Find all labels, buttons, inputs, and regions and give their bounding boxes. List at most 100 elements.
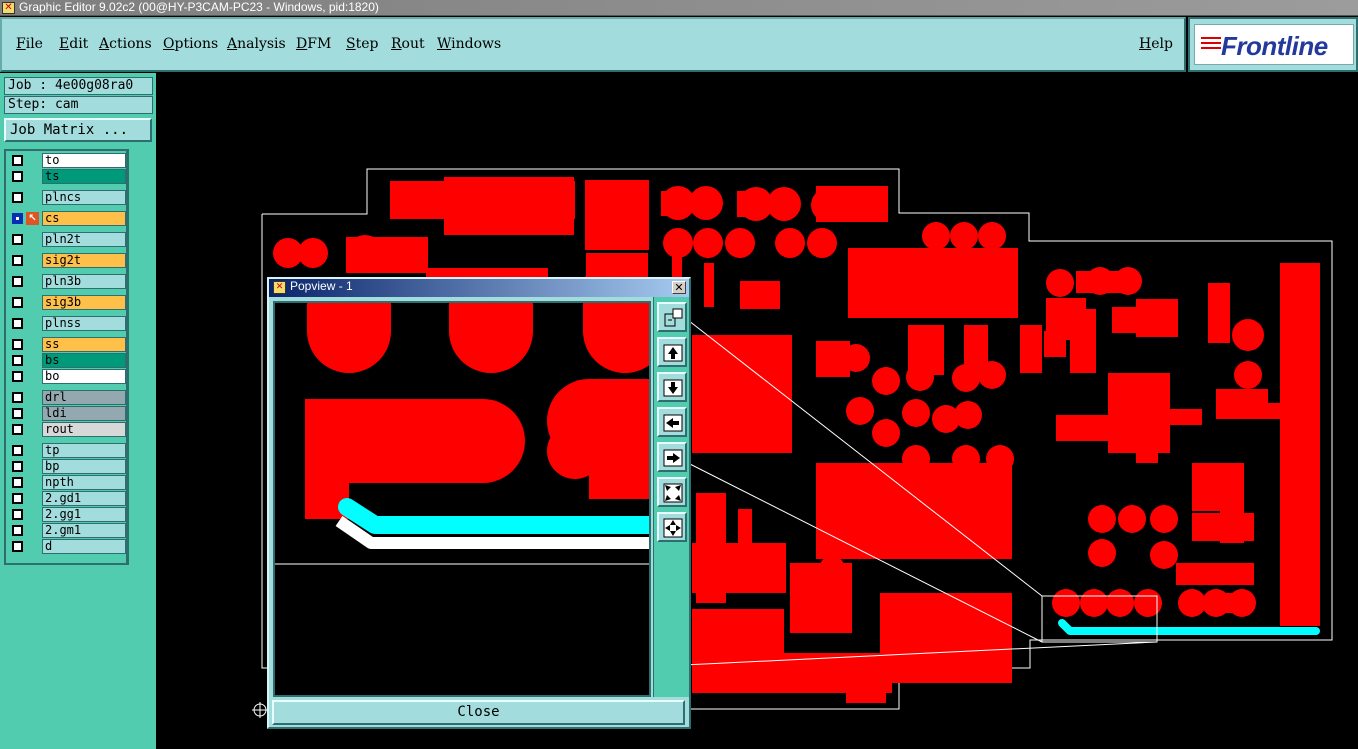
menu-file[interactable]: File [16, 36, 43, 52]
layer-visibility-checkbox[interactable] [12, 541, 23, 552]
layer-name[interactable]: bp [42, 459, 126, 474]
popview-close-button[interactable]: Close [272, 700, 685, 725]
layer-row-2-gd1[interactable]: 2.gd1 [8, 491, 126, 506]
menu-windows[interactable]: Windows [437, 36, 501, 52]
layer-name[interactable]: plncs [42, 190, 126, 205]
layer-row-bs[interactable]: bs [8, 353, 126, 368]
menu-step[interactable]: Step [346, 36, 378, 52]
layer-visibility-checkbox[interactable] [12, 234, 23, 245]
pan-left-button[interactable] [657, 407, 687, 437]
layer-visibility-checkbox[interactable] [12, 339, 23, 350]
zoom-in-button[interactable] [657, 477, 687, 507]
menu-dfm[interactable]: DFM [296, 36, 331, 52]
popview-close-icon[interactable]: ✕ [672, 281, 686, 294]
layer-row-plnss[interactable]: plnss [8, 316, 126, 331]
layer-name[interactable]: npth [42, 475, 126, 490]
layer-row-sig3b[interactable]: sig3b [8, 295, 126, 310]
layer-name[interactable]: 2.gm1 [42, 523, 126, 538]
layer-row-npth[interactable]: npth [8, 475, 126, 490]
layer-row-plncs[interactable]: plncs [8, 190, 126, 205]
layer-visibility-checkbox[interactable] [12, 509, 23, 520]
layer-visibility-checkbox[interactable] [12, 213, 23, 224]
layer-row-sig2t[interactable]: sig2t [8, 253, 126, 268]
layer-row-drl[interactable]: drl [8, 390, 126, 405]
layer-visibility-checkbox[interactable] [12, 255, 23, 266]
popview-canvas[interactable] [273, 301, 651, 697]
app-icon: ✕ [2, 2, 15, 14]
layer-name[interactable]: to [42, 153, 126, 168]
layer-name[interactable]: 2.gg1 [42, 507, 126, 522]
layer-visibility-checkbox[interactable] [12, 477, 23, 488]
layer-row-ldi[interactable]: ldi [8, 406, 126, 421]
layer-row-pln3b[interactable]: pln3b [8, 274, 126, 289]
layer-name[interactable]: sig2t [42, 253, 126, 268]
layer-name[interactable]: d [42, 539, 126, 554]
window-title-bar: ✕ Graphic Editor 9.02c2 (00@HY-P3CAM-PC2… [0, 0, 1358, 16]
zoom-fit-button[interactable] [657, 302, 687, 332]
popview-drawing [275, 303, 649, 565]
layer-name[interactable]: drl [42, 390, 126, 405]
layer-row-bp[interactable]: bp [8, 459, 126, 474]
layer-row-bo[interactable]: bo [8, 369, 126, 384]
job-name-field: Job : 4e00g08ra0 [4, 77, 153, 95]
layer-name[interactable]: plnss [42, 316, 126, 331]
layer-visibility-checkbox[interactable] [12, 171, 23, 182]
brand-panel: Frontline [1188, 17, 1358, 72]
layer-visibility-checkbox[interactable] [12, 155, 23, 166]
layer-visibility-checkbox[interactable] [12, 493, 23, 504]
layer-name[interactable]: pln3b [42, 274, 126, 289]
pan-up-button[interactable] [657, 337, 687, 367]
window-title: Graphic Editor 9.02c2 (00@HY-P3CAM-PC23 … [19, 0, 379, 14]
menu-options[interactable]: Options [163, 36, 218, 52]
popview-copper-features [305, 303, 649, 519]
layer-list-scrollbar[interactable] [128, 149, 154, 565]
logo-streaks-icon [1201, 37, 1221, 55]
layer-visibility-checkbox[interactable] [12, 461, 23, 472]
job-matrix-button[interactable]: Job Matrix ... [4, 118, 152, 142]
layer-row-d[interactable]: d [8, 539, 126, 554]
layer-name[interactable]: bs [42, 353, 126, 368]
layer-visibility-checkbox[interactable] [12, 318, 23, 329]
layer-name[interactable]: rout [42, 422, 126, 437]
pan-down-button[interactable] [657, 372, 687, 402]
layer-name[interactable]: pln2t [42, 232, 126, 247]
menu-edit[interactable]: Edit [59, 36, 88, 52]
menu-actions[interactable]: Actions [99, 36, 152, 52]
layer-row-pln2t[interactable]: pln2t [8, 232, 126, 247]
layer-row-rout[interactable]: rout [8, 422, 126, 437]
layer-row-tp[interactable]: tp [8, 443, 126, 458]
layer-name[interactable]: 2.gd1 [42, 491, 126, 506]
layer-visibility-checkbox[interactable] [12, 276, 23, 287]
layer-visibility-checkbox[interactable] [12, 392, 23, 403]
pan-left-icon [663, 414, 683, 432]
zoom-out-button[interactable] [657, 512, 687, 542]
popview-title-bar[interactable]: ✕ Popview - 1 ✕ [269, 279, 689, 297]
layer-visibility-checkbox[interactable] [12, 525, 23, 536]
layer-row-2-gm1[interactable]: 2.gm1 [8, 523, 126, 538]
layer-visibility-checkbox[interactable] [12, 297, 23, 308]
layer-visibility-checkbox[interactable] [12, 371, 23, 382]
layer-name[interactable]: cs [42, 211, 126, 226]
layer-name[interactable]: bo [42, 369, 126, 384]
layer-row-cs[interactable]: ↖ cs [8, 211, 126, 226]
layer-row-ts[interactable]: ts [8, 169, 126, 184]
layer-name[interactable]: tp [42, 443, 126, 458]
layer-name[interactable]: ldi [42, 406, 126, 421]
layer-visibility-checkbox[interactable] [12, 445, 23, 456]
layer-name[interactable]: ts [42, 169, 126, 184]
layer-name[interactable]: ss [42, 337, 126, 352]
layer-row-to[interactable]: to [8, 153, 126, 168]
layer-name[interactable]: sig3b [42, 295, 126, 310]
layer-visibility-checkbox[interactable] [12, 424, 23, 435]
layer-visibility-checkbox[interactable] [12, 408, 23, 419]
menu-rout[interactable]: Rout [391, 36, 425, 52]
menu-help[interactable]: Help [1139, 36, 1173, 52]
menu-analysis[interactable]: Analysis [227, 36, 286, 52]
pan-right-button[interactable] [657, 442, 687, 472]
layer-row-ss[interactable]: ss [8, 337, 126, 352]
step-name-field: Step: cam [4, 96, 153, 114]
layer-visibility-checkbox[interactable] [12, 192, 23, 203]
layer-row-2-gg1[interactable]: 2.gg1 [8, 507, 126, 522]
layer-visibility-checkbox[interactable] [12, 355, 23, 366]
origin-marker-icon [252, 702, 268, 718]
